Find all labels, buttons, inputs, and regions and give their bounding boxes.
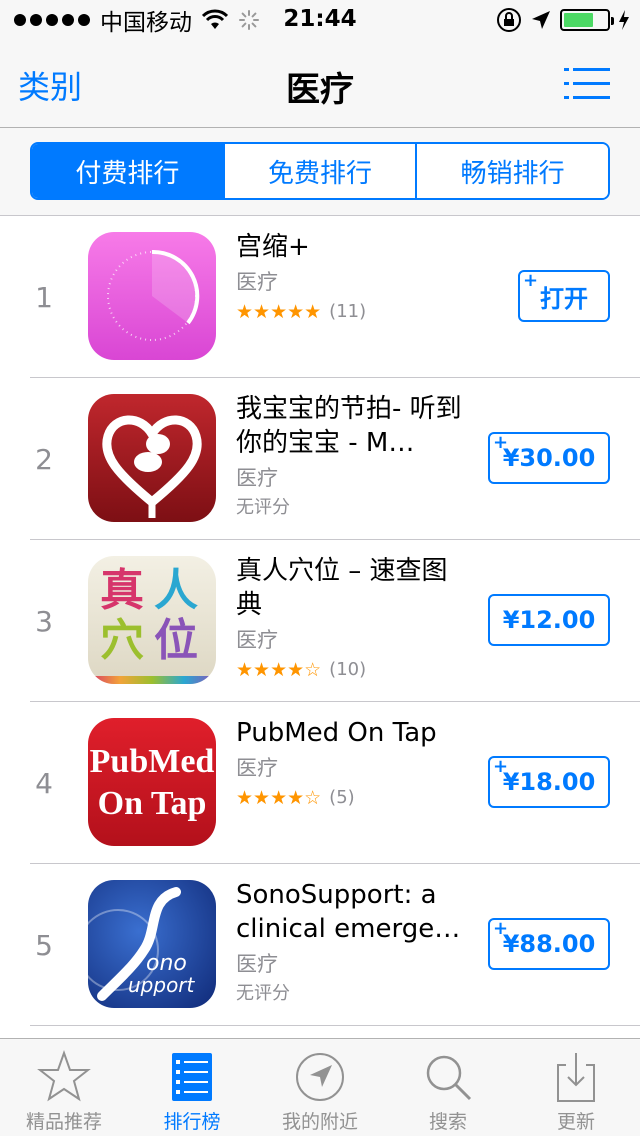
app-category: 医疗 [236, 466, 278, 490]
tab-label: 更新 [556, 1111, 595, 1133]
app-row[interactable]: 4 PubMed On Tap PubMed On Tap 医疗 ★★★★☆ (… [0, 702, 640, 864]
no-rating-label: 无评分 [236, 983, 290, 1004]
status-bar: 中国移动 21:44 [0, 0, 640, 40]
icon-text: On Tap [97, 785, 207, 822]
no-rating-label: 无评分 [236, 497, 290, 518]
app-name: 宫缩+ [236, 232, 310, 262]
app-category: 医疗 [236, 952, 278, 976]
app-category: 医疗 [236, 270, 278, 294]
rank-number: 4 [35, 766, 53, 800]
row-divider [30, 1025, 640, 1026]
buy-button[interactable]: ¥12.00 [488, 594, 610, 646]
open-button-label: 打开 [540, 284, 588, 313]
pubmed-icon[interactable]: PubMed On Tap [88, 718, 216, 846]
tab-updates[interactable]: 更新 [512, 1039, 640, 1136]
rating-stars: ★★★★☆ [236, 787, 322, 809]
app-name: SonoSupport: a clinical emerge… [236, 880, 461, 944]
open-button[interactable]: + 打开 [518, 270, 610, 322]
tab-label: 搜索 [428, 1111, 467, 1133]
plus-icon: + [493, 918, 509, 939]
rating-count: (11) [329, 301, 367, 322]
rating-count: (10) [329, 659, 367, 680]
tab-featured[interactable]: 精品推荐 [0, 1039, 128, 1136]
status-right [496, 7, 630, 33]
icon-stripe [88, 676, 216, 684]
app-list: 1 宫缩+ 医疗 ★★★★★ (11) + 打开 2 我宝宝的节拍- 听到你的宝… [0, 216, 640, 1026]
segment-top-grossing[interactable]: 畅销排行 [417, 144, 608, 198]
rank-number: 3 [35, 604, 53, 638]
price-label: ¥30.00 [502, 444, 596, 472]
buy-button[interactable]: + ¥88.00 [488, 918, 610, 970]
tab-top-charts[interactable]: 排行榜 [128, 1039, 256, 1136]
app-rating: ★★★★☆ (5) [236, 784, 472, 812]
search-icon [426, 1055, 472, 1101]
plus-icon: + [493, 432, 509, 453]
app-name: PubMed On Tap [236, 718, 437, 748]
download-icon [557, 1053, 595, 1102]
icon-glyph: 真 [100, 565, 144, 616]
rating-stars: ★★★★★ [236, 301, 322, 323]
tab-label: 排行榜 [163, 1111, 221, 1133]
price-label: ¥12.00 [502, 606, 596, 634]
ranking-segmented-control: 付费排行 免费排行 畅销排行 [30, 142, 610, 200]
app-info: 宫缩+ 医疗 ★★★★★ (11) [236, 230, 472, 326]
buy-button[interactable]: + ¥30.00 [488, 432, 610, 484]
icon-glyph: 穴 [100, 615, 144, 666]
app-row[interactable]: 3 真 人 穴 位 真人穴位 – 速查图典 医疗 ★★★★☆ (10) ¥12.… [0, 540, 640, 702]
app-rating: ★★★★★ (11) [236, 298, 472, 326]
app-info: 真人穴位 – 速查图典 医疗 ★★★★☆ (10) [236, 554, 472, 684]
ranking-list-icon [172, 1053, 212, 1101]
segment-bar: 付费排行 免费排行 畅销排行 [0, 128, 640, 216]
app-info: PubMed On Tap 医疗 ★★★★☆ (5) [236, 716, 472, 812]
app-row[interactable]: 2 我宝宝的节拍- 听到你的宝宝 - M… 医疗 无评分 + ¥30.00 [0, 378, 640, 540]
app-info: SonoSupport: a clinical emerge… 医疗 无评分 [236, 878, 472, 1008]
icon-text: upport [128, 973, 195, 997]
icon-glyph: 人 [154, 565, 198, 616]
acupoint-icon[interactable]: 真 人 穴 位 [88, 556, 216, 684]
list-view-icon[interactable] [564, 68, 610, 100]
app-name: 我宝宝的节拍- 听到你的宝宝 - M… [236, 394, 462, 458]
charging-icon [619, 10, 629, 30]
baby-heartbeat-icon[interactable] [88, 394, 216, 522]
app-name: 真人穴位 – 速查图典 [236, 556, 448, 620]
tab-label: 我的附近 [281, 1111, 358, 1133]
icon-glyph: 位 [154, 615, 198, 666]
app-rating: ★★★★☆ (10) [236, 656, 472, 684]
tab-search[interactable]: 搜索 [384, 1039, 512, 1136]
sonosupport-icon[interactable]: ono upport [88, 880, 216, 1008]
icon-text: PubMed [89, 743, 215, 780]
rank-number: 2 [35, 442, 53, 476]
app-category: 医疗 [236, 628, 278, 652]
navigation-bar: 类别 医疗 [0, 40, 640, 128]
location-arrow-icon [296, 1053, 344, 1101]
battery-icon [560, 9, 614, 31]
segment-paid[interactable]: 付费排行 [32, 144, 225, 198]
segment-free[interactable]: 免费排行 [224, 144, 418, 198]
rank-number: 5 [35, 928, 53, 962]
page-title: 医疗 [286, 70, 354, 110]
tab-near-me[interactable]: 我的附近 [256, 1039, 384, 1136]
app-category: 医疗 [236, 756, 278, 780]
app-row[interactable]: 1 宫缩+ 医疗 ★★★★★ (11) + 打开 [0, 216, 640, 378]
contraction-timer-icon[interactable] [88, 232, 216, 360]
app-info: 我宝宝的节拍- 听到你的宝宝 - M… 医疗 无评分 [236, 392, 472, 522]
rating-count: (5) [329, 787, 355, 808]
plus-icon: + [493, 756, 509, 777]
tab-label: 精品推荐 [25, 1111, 102, 1133]
location-services-icon [532, 11, 550, 29]
price-label: ¥18.00 [502, 768, 596, 796]
rating-stars: ★★★★☆ [236, 659, 322, 681]
rank-number: 1 [35, 280, 53, 314]
orientation-lock-icon [497, 8, 521, 32]
tab-bar: 精品推荐 排行榜 我的附近 搜索 更新 [0, 1038, 640, 1136]
price-label: ¥88.00 [502, 930, 596, 958]
plus-icon: + [523, 270, 539, 291]
star-icon [37, 1049, 91, 1102]
app-row[interactable]: 5 ono upport SonoSupport: a clinical eme… [0, 864, 640, 1026]
buy-button[interactable]: + ¥18.00 [488, 756, 610, 808]
